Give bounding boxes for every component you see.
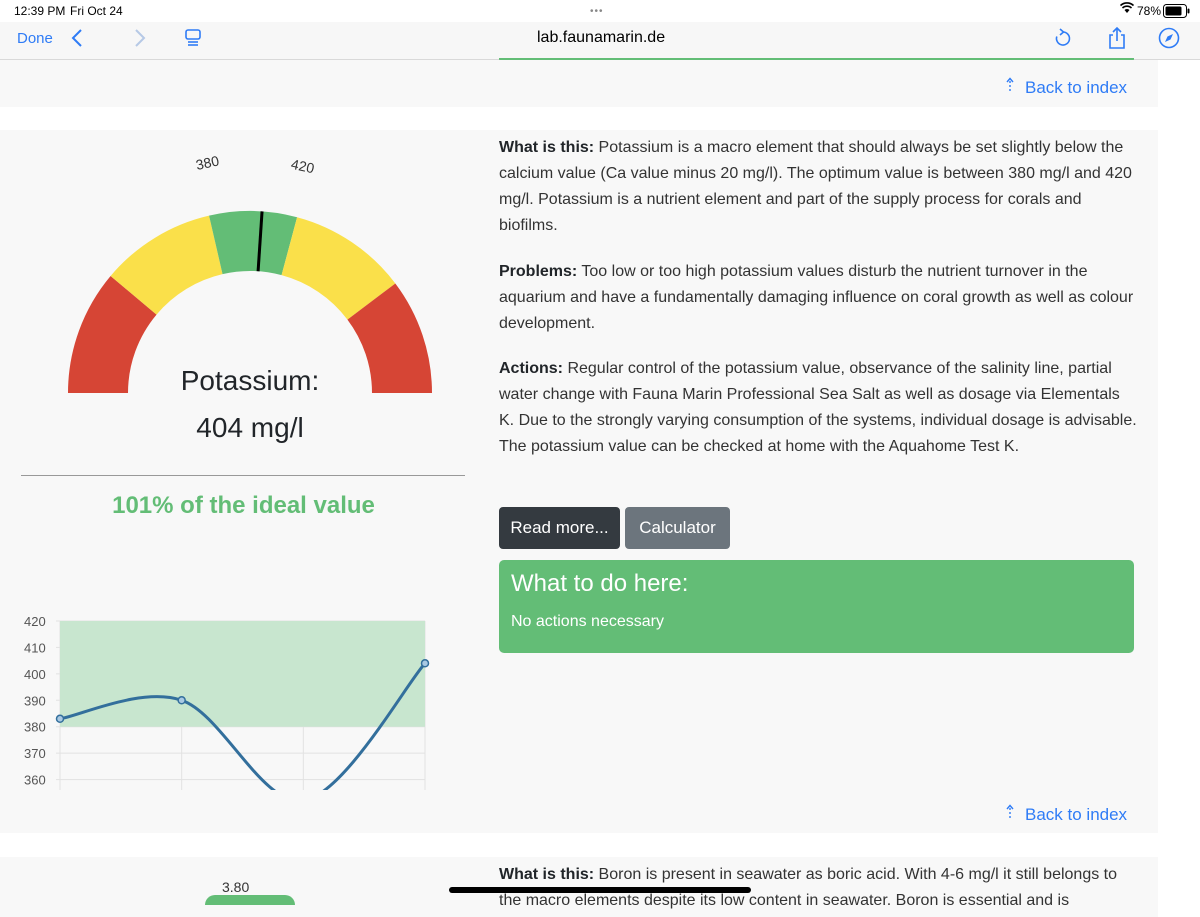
share-icon[interactable] (1107, 26, 1127, 55)
previous-section (0, 60, 1158, 107)
y-tick-label: 360 (24, 773, 46, 788)
up-arrow-icon (1005, 77, 1015, 98)
data-point (177, 696, 186, 705)
y-tick-label: 390 (24, 693, 46, 708)
history-chart: 420410400390380370360350 2024-09-252025-… (24, 614, 430, 790)
home-indicator (449, 887, 751, 893)
ideal-range-band (60, 621, 425, 727)
divider (21, 475, 465, 476)
url-field[interactable]: lab.faunamarin.de (537, 29, 665, 47)
browser-toolbar: Done ••• lab.faunamarin.de (0, 6, 1200, 60)
status-date: Fri Oct 24 (70, 4, 123, 18)
compass-icon[interactable] (1158, 27, 1180, 54)
done-button[interactable]: Done (17, 30, 53, 47)
actions-paragraph: Actions: Regular control of the potassiu… (499, 360, 1137, 455)
reload-icon[interactable] (1054, 28, 1072, 53)
page-content: Back to index 380 420 Potassium: 404 mg/… (0, 58, 1200, 917)
what-to-do-title: What to do here: (511, 570, 689, 597)
gauge-tick-380: 380 (194, 155, 220, 173)
parameter-value: 404 mg/l (196, 412, 304, 443)
status-time: 12:39 PM (14, 4, 66, 18)
gauge-ideal-green (209, 211, 298, 276)
y-tick-label: 420 (24, 614, 46, 629)
up-arrow-icon (1005, 804, 1015, 825)
problems-paragraph: Problems: Too low or too high potassium … (499, 263, 1134, 332)
battery-percent: 78% (1137, 4, 1162, 18)
y-tick-label: 370 (24, 746, 46, 761)
forward-arrow-icon[interactable] (133, 28, 147, 53)
ideal-percentage: 101% of the ideal value (112, 492, 375, 519)
data-point (55, 714, 65, 724)
back-to-index-link[interactable]: Back to index (1005, 77, 1127, 98)
what-to-do-panel: What to do here: No actions necessary (499, 560, 1134, 653)
read-more-button[interactable]: Read more... (499, 507, 620, 549)
y-tick-label: 400 (24, 667, 46, 682)
boron-gauge-tick: 3.80 (222, 879, 250, 895)
back-arrow-icon[interactable] (70, 28, 84, 53)
more-dots[interactable]: ••• (590, 6, 604, 17)
battery-icon (1163, 4, 1191, 21)
boron-gauge-edge (205, 895, 295, 905)
gauge-tick-420: 420 (290, 156, 316, 177)
tabs-icon[interactable] (184, 29, 202, 52)
what-to-do-text: No actions necessary (511, 613, 664, 630)
wifi-icon (1119, 2, 1135, 17)
what-is-this-paragraph: What is this: Potassium is a macro eleme… (499, 139, 1132, 234)
parameter-title: Potassium: (180, 365, 320, 396)
y-tick-label: 380 (24, 720, 46, 735)
data-point (420, 659, 430, 668)
y-tick-label: 410 (24, 640, 46, 655)
back-to-index-link-2[interactable]: Back to index (1005, 804, 1127, 825)
calculator-button[interactable]: Calculator (625, 507, 730, 549)
